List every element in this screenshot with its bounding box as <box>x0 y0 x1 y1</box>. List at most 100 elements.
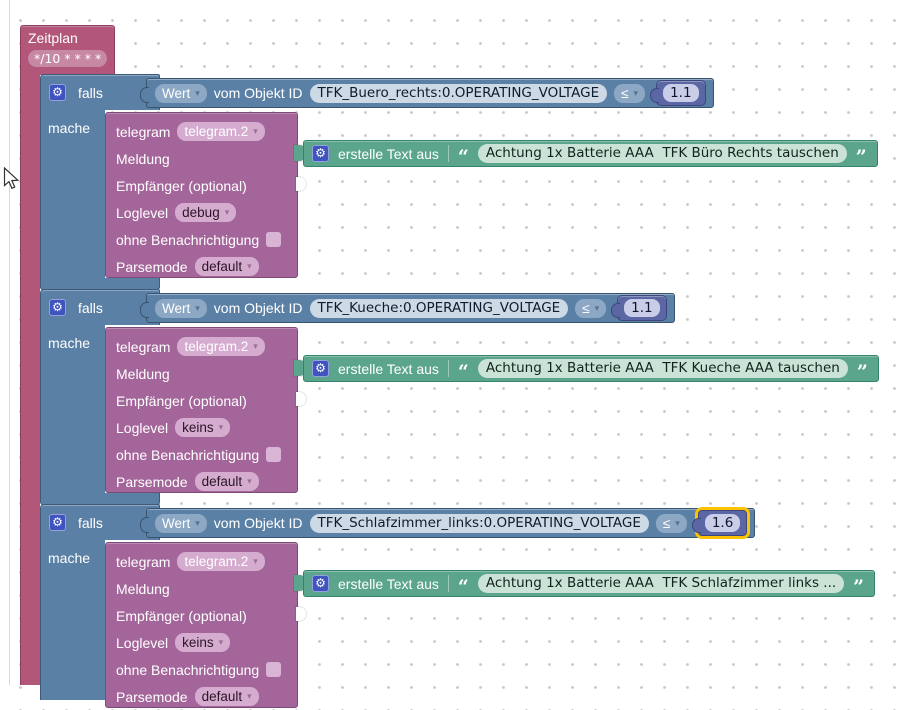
number-value-field[interactable]: 1.6 <box>704 514 741 532</box>
parsemode-dropdown[interactable]: default ▾ <box>194 472 259 491</box>
no-notification-label: ohne Benachrichtigung <box>116 231 260 248</box>
object-id-field[interactable]: TFK_Buero_rechts:0.OPERATING_VOLTAGE <box>309 83 608 103</box>
number-block[interactable]: 1.1 <box>650 80 706 106</box>
message-label: Meldung <box>116 365 170 382</box>
telegram-label: telegram <box>116 123 171 140</box>
do-label: mache <box>48 335 91 351</box>
chevron-down-icon: ▾ <box>247 691 252 701</box>
operator-dropdown[interactable]: ≤ ▾ <box>575 298 607 318</box>
recipient-label: Empfänger (optional) <box>116 392 247 409</box>
object-id-field[interactable]: TFK_Schlafzimmer_links:0.OPERATING_VOLTA… <box>309 513 649 533</box>
message-text-field[interactable]: Achtung 1x Batterie AAA TFK Kueche AAA t… <box>477 359 848 378</box>
telegram-label: telegram <box>116 338 171 355</box>
mutator-gear-icon[interactable]: ⚙ <box>49 299 66 316</box>
telegram-block[interactable]: telegram telegram.2 ▾ Meldung Empfänger … <box>105 542 298 708</box>
value-type-dropdown[interactable]: Wert ▾ <box>155 83 207 103</box>
number-value-field[interactable]: 1.1 <box>624 299 660 317</box>
parsemode-dropdown[interactable]: default ▾ <box>194 687 259 706</box>
telegram-instance-row: telegram telegram.2 ▾ <box>116 548 297 575</box>
parsemode-value: default <box>201 259 243 274</box>
comparison-block[interactable]: Wert ▾ vom Objekt ID TFK_Kueche:0.OPERAT… <box>140 293 675 323</box>
mutator-gear-icon[interactable]: ⚙ <box>49 84 66 101</box>
telegram-block[interactable]: telegram telegram.2 ▾ Meldung Empfänger … <box>105 327 298 493</box>
operator-dropdown[interactable]: ≤ ▾ <box>655 513 687 533</box>
loglevel-dropdown[interactable]: keins ▾ <box>175 418 231 437</box>
schedule-block-title: Zeitplan <box>28 30 78 46</box>
object-id-label: vom Objekt ID <box>213 300 303 316</box>
close-quote-icon: ” <box>855 145 867 168</box>
schedule-block-spine[interactable] <box>20 72 40 685</box>
mutator-gear-icon[interactable]: ⚙ <box>312 145 329 162</box>
no-notification-row: ohne Benachrichtigung <box>116 441 297 468</box>
object-id-field[interactable]: TFK_Kueche:0.OPERATING_VOLTAGE <box>309 298 569 318</box>
close-quote-icon: ” <box>856 360 868 383</box>
parsemode-value: default <box>201 689 243 704</box>
object-id-label: vom Objekt ID <box>213 515 303 531</box>
chevron-down-icon: ▾ <box>195 517 200 528</box>
telegram-label: telegram <box>116 553 171 570</box>
parsemode-row: Parsemode default ▾ <box>116 468 297 495</box>
do-label: mache <box>48 120 91 136</box>
value-type-dropdown[interactable]: Wert ▾ <box>155 513 207 533</box>
comparison-block[interactable]: Wert ▾ vom Objekt ID TFK_Schlafzimmer_li… <box>139 508 756 538</box>
chevron-down-icon: ▾ <box>253 556 258 566</box>
mutator-gear-icon[interactable]: ⚙ <box>312 575 329 592</box>
no-notification-checkbox[interactable] <box>266 232 282 247</box>
mutator-gear-icon[interactable]: ⚙ <box>49 514 66 531</box>
value-type-label: Wert <box>162 300 191 316</box>
telegram-instance-dropdown[interactable]: telegram.2 ▾ <box>177 122 265 141</box>
recipient-empty-socket <box>296 177 306 191</box>
telegram-instance-value: telegram.2 <box>184 339 249 354</box>
number-block[interactable]: 1.6 <box>691 510 748 536</box>
loglevel-dropdown[interactable]: keins ▾ <box>175 633 231 652</box>
cron-expression-field[interactable]: */10 * * * * <box>28 50 108 67</box>
value-type-dropdown[interactable]: Wert ▾ <box>155 298 207 318</box>
create-text-label: erstelle Text aus <box>338 145 439 162</box>
create-text-label: erstelle Text aus <box>338 575 439 592</box>
telegram-instance-dropdown[interactable]: telegram.2 ▾ <box>177 552 265 571</box>
create-text-block[interactable]: ⚙ erstelle Text aus “ Achtung 1x Batteri… <box>303 140 878 167</box>
no-notification-row: ohne Benachrichtigung <box>116 226 297 253</box>
parsemode-label: Parsemode <box>116 258 188 275</box>
schedule-block-header[interactable]: Zeitplan */10 * * * * <box>20 25 115 75</box>
parsemode-dropdown[interactable]: default ▾ <box>194 257 259 276</box>
block-seam <box>447 360 449 377</box>
message-row: Meldung <box>116 360 297 387</box>
create-text-block[interactable]: ⚙ erstelle Text aus “ Achtung 1x Batteri… <box>303 570 876 598</box>
mutator-gear-icon[interactable]: ⚙ <box>312 360 329 377</box>
telegram-instance-value: telegram.2 <box>184 124 249 139</box>
recipient-row: Empfänger (optional) <box>116 387 297 414</box>
loglevel-dropdown[interactable]: debug ▾ <box>175 203 237 222</box>
telegram-block[interactable]: telegram telegram.2 ▾ Meldung Empfänger … <box>105 112 298 278</box>
chevron-down-icon: ▾ <box>224 207 230 217</box>
block-seam <box>447 145 449 162</box>
if-label: falls <box>78 299 103 316</box>
no-notification-checkbox[interactable] <box>266 662 282 677</box>
do-label: mache <box>48 550 91 566</box>
message-text-field[interactable]: Achtung 1x Batterie AAA TFK Büro Rechts … <box>477 144 847 163</box>
blockly-workspace[interactable]: { "icons": { "gear": "⚙", "dropdown_arro… <box>0 0 910 708</box>
block-seam <box>447 575 449 592</box>
operator-dropdown[interactable]: ≤ ▾ <box>614 83 646 103</box>
number-value-field[interactable]: 1.1 <box>663 84 699 102</box>
loglevel-value: debug <box>182 205 220 220</box>
telegram-instance-dropdown[interactable]: telegram.2 ▾ <box>177 337 265 356</box>
chevron-down-icon: ▾ <box>253 126 258 136</box>
comparison-block[interactable]: Wert ▾ vom Objekt ID TFK_Buero_rechts:0.… <box>140 78 714 108</box>
message-row: Meldung <box>116 145 297 172</box>
recipient-empty-socket <box>296 392 306 406</box>
mouse-cursor <box>3 167 20 190</box>
value-type-label: Wert <box>162 85 191 101</box>
recipient-row: Empfänger (optional) <box>116 172 297 199</box>
operator-label: ≤ <box>662 515 671 531</box>
loglevel-value: keins <box>182 635 214 650</box>
message-text-field[interactable]: Achtung 1x Batterie AAA TFK Schlafzimmer… <box>477 574 845 593</box>
number-block[interactable]: 1.1 <box>611 295 667 321</box>
loglevel-row: Loglevel keins ▾ <box>116 629 297 656</box>
create-text-label: erstelle Text aus <box>338 360 439 377</box>
recipient-label: Empfänger (optional) <box>116 177 247 194</box>
create-text-block[interactable]: ⚙ erstelle Text aus “ Achtung 1x Batteri… <box>303 355 879 382</box>
telegram-instance-value: telegram.2 <box>184 554 249 569</box>
close-quote-icon: ” <box>853 575 865 598</box>
no-notification-checkbox[interactable] <box>266 447 282 462</box>
